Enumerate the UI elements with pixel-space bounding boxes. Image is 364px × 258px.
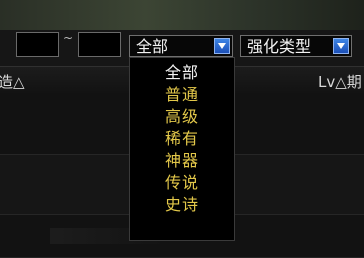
dropdown-option[interactable]: 史诗 [130, 194, 234, 216]
range-separator: ~ [63, 31, 74, 45]
dropdown-option[interactable]: 稀有 [130, 128, 234, 150]
sort-header-left[interactable]: 造△ [0, 71, 25, 92]
dropdown-option[interactable]: 神器 [130, 150, 234, 172]
chevron-down-icon [218, 43, 226, 49]
dropdown-option[interactable]: 传说 [130, 172, 234, 194]
grade-dropdown-button[interactable] [214, 38, 230, 54]
level-max-input[interactable] [78, 32, 121, 57]
grade-dropdown-list: 全部 普通 高级 稀有 神器 传说 史诗 [129, 57, 235, 241]
background-scene [0, 0, 364, 30]
dropdown-option[interactable]: 普通 [130, 84, 234, 106]
enhance-type-select-value: 强化类型 [247, 37, 312, 56]
chevron-down-icon [337, 43, 345, 49]
dropdown-option[interactable]: 高级 [130, 106, 234, 128]
sort-header-level[interactable]: Lv△期 [318, 71, 362, 92]
enhance-dropdown-button[interactable] [333, 38, 349, 54]
grade-select-value: 全部 [136, 37, 169, 56]
dropdown-option[interactable]: 全部 [130, 62, 234, 84]
level-min-input[interactable] [16, 32, 59, 57]
enhance-type-select[interactable]: 强化类型 [240, 35, 352, 57]
grade-select[interactable]: 全部 [129, 35, 233, 57]
